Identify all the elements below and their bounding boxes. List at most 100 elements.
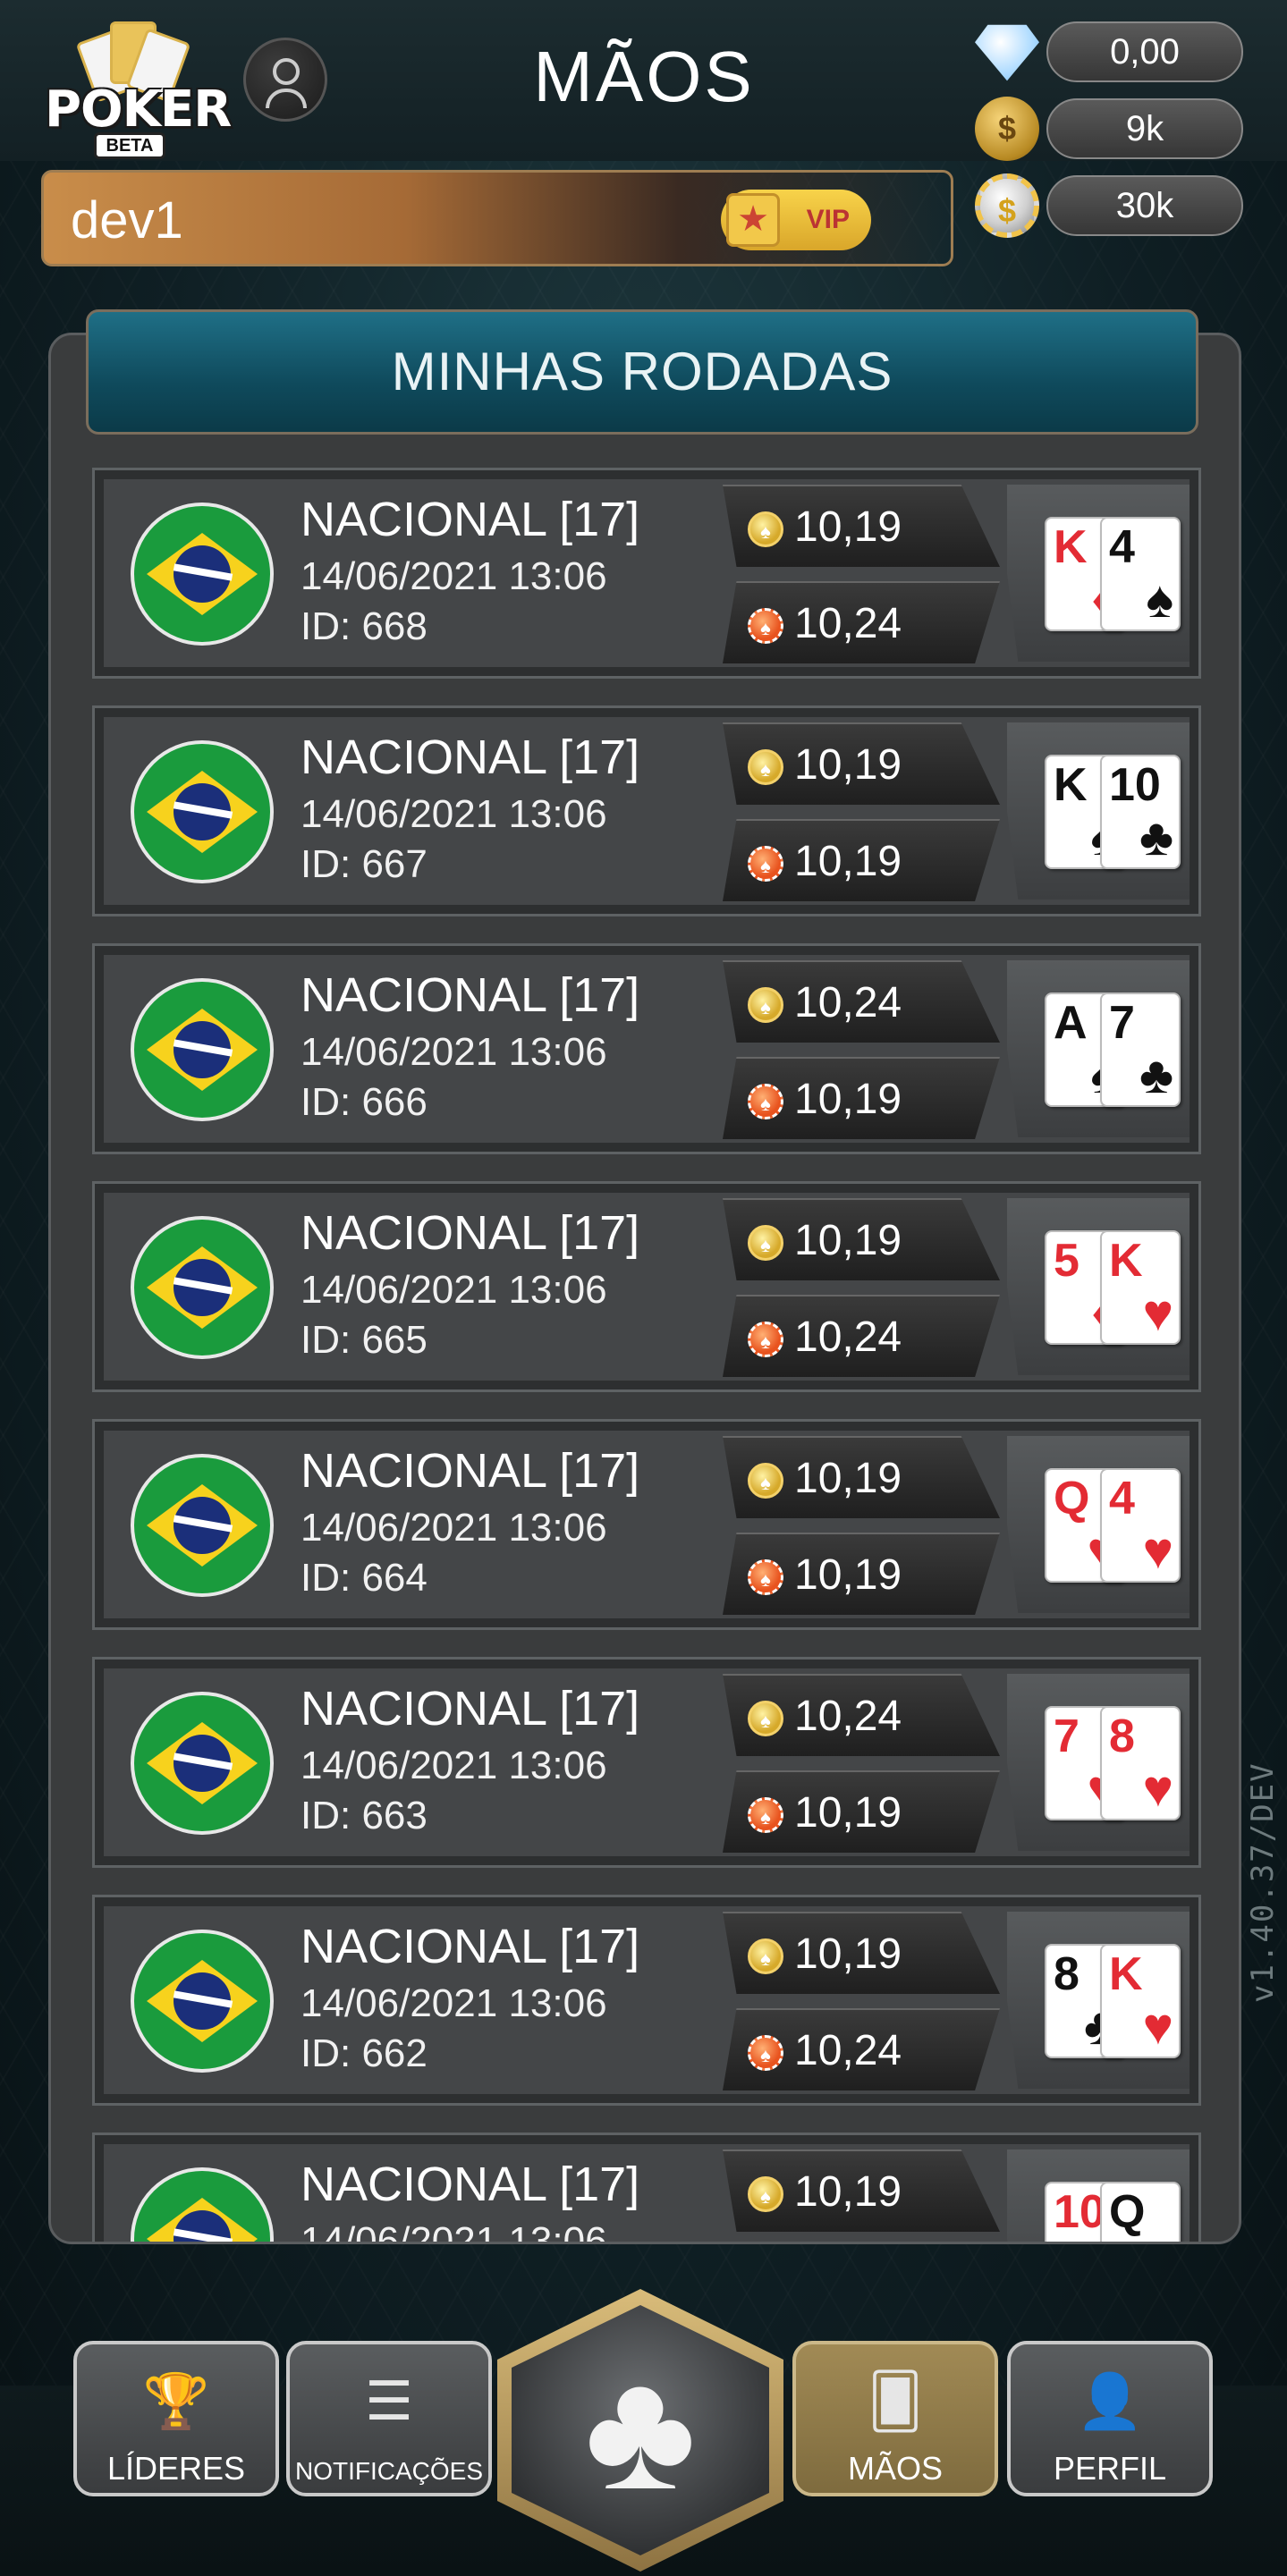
- gold-balance: 9k: [1046, 98, 1243, 159]
- round-row[interactable]: NACIONAL [17] 14/06/2021 13:06 ID: 667 ♠…: [92, 705, 1201, 916]
- brazil-flag-icon: [131, 1692, 274, 1835]
- playing-card: 4 ♥: [1100, 1468, 1181, 1583]
- round-row-body: NACIONAL [17] 14/06/2021 13:06 ID: 667 ♠…: [104, 717, 1190, 905]
- balance-gold[interactable]: $ 9k: [966, 97, 1243, 161]
- round-row[interactable]: NACIONAL [17] 14/06/2021 13:06 ID: 663 ♠…: [92, 1657, 1201, 1868]
- card-suit-icon: ♥: [1142, 1997, 1173, 2056]
- round-id: ID: 666: [301, 1080, 428, 1124]
- card-rank: 7: [1054, 1710, 1080, 1762]
- stat-top: ♠ 10,19: [723, 1198, 1000, 1280]
- stat-bottom: ♠ 10,19: [723, 1533, 1000, 1615]
- round-row[interactable]: NACIONAL [17] 14/06/2021 13:06 ♠ 10,19 ♠…: [92, 2133, 1201, 2244]
- stat-top: ♠ 10,19: [723, 2149, 1000, 2232]
- hole-cards: 8 ♣ K ♥: [1007, 1912, 1190, 2089]
- hole-cards: Q ♥ 4 ♥: [1007, 1436, 1190, 1613]
- card-rank: 5: [1054, 1235, 1080, 1287]
- gold-chip-icon: ♠: [748, 749, 783, 785]
- nav-notifications[interactable]: ☰ NOTIFICAÇÕES: [286, 2341, 492, 2496]
- stat-top-value: 10,24: [794, 979, 902, 1026]
- stat-top: ♠ 10,19: [723, 485, 1000, 567]
- red-chip-icon: ♠: [748, 608, 783, 644]
- vip-badge[interactable]: ★ VIP: [721, 190, 871, 250]
- stat-bottom-value: 10,24: [794, 1313, 902, 1361]
- round-row-body: NACIONAL [17] 14/06/2021 13:06 ID: 668 ♠…: [104, 479, 1190, 667]
- stat-bottom-value: 10,19: [794, 1551, 902, 1599]
- stat-bottom: ♠ 10,19: [723, 1770, 1000, 1853]
- nav-hands[interactable]: 🂠 MÃOS: [792, 2341, 998, 2496]
- round-title: NACIONAL [17]: [301, 1444, 640, 1498]
- card-rank: 8: [1109, 1710, 1135, 1762]
- hole-cards: K ♦ 4 ♠: [1007, 485, 1190, 662]
- diamond-icon: [975, 24, 1039, 81]
- card-suit-icon: ♥: [1142, 1760, 1173, 1818]
- playing-card: Q ♠: [1100, 2182, 1181, 2242]
- diamond-balance: 0,00: [1046, 21, 1243, 82]
- card-rank: 10: [1054, 2186, 1105, 2238]
- round-id: ID: 663: [301, 1794, 428, 1837]
- round-row[interactable]: NACIONAL [17] 14/06/2021 13:06 ID: 662 ♠…: [92, 1895, 1201, 2106]
- playing-card: 10 ♣: [1100, 755, 1181, 869]
- round-row-body: NACIONAL [17] 14/06/2021 13:06 ID: 662 ♠…: [104, 1906, 1190, 2094]
- beta-badge: BETA: [94, 132, 165, 159]
- stat-bottom-value: 10,19: [794, 838, 902, 885]
- hole-cards: K ♠ 10 ♣: [1007, 722, 1190, 899]
- round-date: 14/06/2021 13:06: [301, 1030, 607, 1074]
- chip-balance: 30k: [1046, 175, 1243, 236]
- card-rank: K: [1054, 759, 1088, 811]
- headset-icon: [273, 58, 300, 85]
- stat-bottom-value: 10,19: [794, 1076, 902, 1123]
- round-row[interactable]: NACIONAL [17] 14/06/2021 13:06 ID: 664 ♠…: [92, 1419, 1201, 1630]
- round-id: ID: 662: [301, 2031, 428, 2075]
- round-row[interactable]: NACIONAL [17] 14/06/2021 13:06 ID: 665 ♠…: [92, 1181, 1201, 1392]
- chip-icon: $: [975, 173, 1039, 238]
- round-date: 14/06/2021 13:06: [301, 2219, 607, 2244]
- stat-bottom-value: 10,24: [794, 600, 902, 647]
- panel-title: MINHAS RODADAS: [86, 309, 1198, 435]
- card-suit-icon: ♣: [1139, 808, 1173, 866]
- round-row[interactable]: NACIONAL [17] 14/06/2021 13:06 ID: 666 ♠…: [92, 943, 1201, 1154]
- podium-icon: 🏆: [142, 2371, 210, 2431]
- nav-hands-label: MÃOS: [847, 2450, 943, 2487]
- vip-label: VIP: [806, 205, 850, 234]
- stat-top-value: 10,19: [794, 1455, 902, 1502]
- brazil-flag-icon: [131, 1930, 274, 2073]
- playing-card: 4 ♠: [1100, 517, 1181, 631]
- brazil-flag-icon: [131, 1454, 274, 1597]
- stat-top: ♠ 10,24: [723, 1674, 1000, 1756]
- card-rank: 4: [1109, 1473, 1135, 1524]
- red-chip-icon: ♠: [748, 1084, 783, 1119]
- red-chip-icon: ♠: [748, 2035, 783, 2071]
- stat-top: ♠ 10,19: [723, 1436, 1000, 1518]
- stat-bottom: ♠ 10,24: [723, 581, 1000, 663]
- stat-top-value: 10,19: [794, 741, 902, 789]
- round-title: NACIONAL [17]: [301, 1682, 640, 1736]
- support-button[interactable]: [243, 38, 327, 122]
- username: dev1: [71, 191, 183, 249]
- card-rank: Q: [1109, 2186, 1146, 2238]
- playing-card: 8 ♥: [1100, 1706, 1181, 1820]
- nav-leaders[interactable]: 🏆 LÍDERES: [73, 2341, 279, 2496]
- balance-chips[interactable]: $ 30k: [966, 173, 1243, 238]
- gold-chip-icon: ♠: [748, 1225, 783, 1261]
- card-rank: Q: [1054, 1473, 1090, 1524]
- round-row[interactable]: NACIONAL [17] 14/06/2021 13:06 ID: 668 ♠…: [92, 468, 1201, 679]
- stat-top-value: 10,19: [794, 1930, 902, 1978]
- round-row-body: NACIONAL [17] 14/06/2021 13:06 ♠ 10,19 ♠…: [104, 2144, 1190, 2244]
- round-title: NACIONAL [17]: [301, 968, 640, 1022]
- rounds-panel[interactable]: NACIONAL [17] 14/06/2021 13:06 ID: 668 ♠…: [48, 333, 1241, 2244]
- nav-profile-label: PERFIL: [1053, 2450, 1167, 2487]
- round-date: 14/06/2021 13:06: [301, 1268, 607, 1312]
- rounds-list[interactable]: NACIONAL [17] 14/06/2021 13:06 ID: 668 ♠…: [92, 468, 1201, 2244]
- stat-bottom: ♠ 10,24: [723, 2008, 1000, 2090]
- stat-bottom-value: 10,19: [794, 1789, 902, 1837]
- balance-diamonds[interactable]: 0,00: [966, 20, 1243, 84]
- gold-chip-icon: ♠: [748, 511, 783, 547]
- gold-chip-icon: ♠: [748, 987, 783, 1023]
- round-date: 14/06/2021 13:06: [301, 554, 607, 598]
- round-id: ID: 665: [301, 1318, 428, 1362]
- red-chip-icon: ♠: [748, 1797, 783, 1833]
- card-rank: K: [1109, 1235, 1143, 1287]
- stat-top: ♠ 10,19: [723, 1912, 1000, 1994]
- round-id: ID: 664: [301, 1556, 428, 1600]
- nav-profile[interactable]: 👤 PERFIL: [1007, 2341, 1213, 2496]
